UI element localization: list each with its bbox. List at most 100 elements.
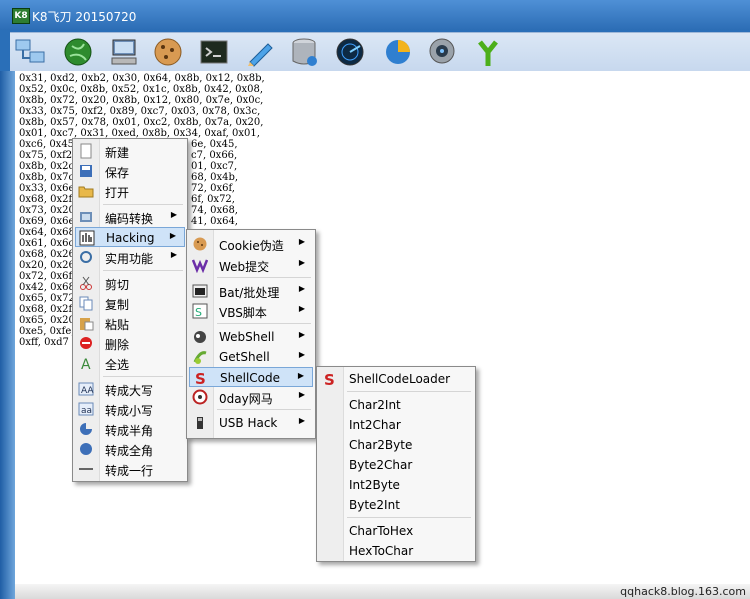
hacking-menu-item-0[interactable]: Cookie伪造 ▶ [189,234,313,254]
menu-item-label: 复制 [105,298,130,312]
menu-item-label: VBS脚本 [219,306,267,320]
shellcode-menu-item-4[interactable]: Byte2Char [319,455,473,475]
menu-item-label: Int2Char [349,418,401,432]
menu-item-label: 转成大写 [105,384,154,398]
hacking-menu-item-6[interactable]: S ShellCode ▶ [189,367,313,388]
menu-item-label: 转成一行 [105,464,154,478]
context-menu-item-9[interactable]: 删除 [75,333,185,353]
code-line-fragment: 01, 0xc7, [191,161,238,172]
context-menu-item-3[interactable]: 编码转换 ▶ [75,207,185,227]
paste-icon [78,315,94,331]
context-menu-item-0[interactable]: 新建 [75,141,185,161]
hacking-menu-item-2[interactable]: Bat/批处理 ▶ [189,281,313,301]
menu-item-label: 打开 [105,186,130,200]
main-window: K8 K8飞刀 20150720 0x31, 0xd2, 0xb2, 0x30,… [0,0,750,599]
window-title: K8飞刀 20150720 [32,10,137,24]
context-menu-item-1[interactable]: 保存 [75,161,185,181]
getshell-icon [192,349,208,365]
menu-item-label: GetShell [219,350,270,364]
menu-item-label: Hacking [106,231,155,245]
menu-item-label: Char2Byte [349,438,413,452]
radar-icon[interactable] [334,36,366,68]
shellcode-icon: S [322,371,338,389]
hacking-submenu: Cookie伪造 ▶ Web提交 ▶ Bat/批处理 ▶ S VBS脚本 ▶ WebShell ▶ G… [186,229,316,439]
context-menu-item-12[interactable]: aa 转成小写 [75,399,185,419]
shellcode-menu-item-2[interactable]: Int2Char [319,415,473,435]
svg-text:A: A [81,357,91,371]
tools-icon [78,249,94,265]
context-menu-item-14[interactable]: 转成全角 [75,439,185,459]
menu-separator [347,517,471,518]
submenu-arrow-icon: ▶ [298,258,305,267]
terminal-icon[interactable] [198,36,230,68]
submenu-arrow-icon: ▶ [170,210,177,219]
code-line: 0x8b, 0x72, 0x20, 0x8b, 0x12, 0x80, 0x7e… [19,95,264,106]
context-menu: 新建 保存 打开 编码转换 ▶ Hacking ▶ 实用功能 ▶ 剪切 复制 粘贴 删除 A 全选 AA 转成大… [72,138,188,482]
pencil-icon[interactable] [244,36,276,68]
hacking-menu-item-1[interactable]: Web提交 ▶ [189,255,313,275]
status-bar: qqhack8.blog.163.com [15,584,750,599]
context-menu-item-5[interactable]: 实用功能 ▶ [75,247,185,267]
computer-icon[interactable] [108,36,140,68]
shellcode-menu-item-8[interactable]: HexToChar [319,541,473,561]
menu-item-label: 剪切 [105,278,130,292]
code-line: 0x75, 0xf2, [19,150,76,161]
context-menu-item-11[interactable]: AA 转成大写 [75,379,185,399]
context-menu-item-2[interactable]: 打开 [75,181,185,201]
vbs-icon: S [192,303,208,319]
context-menu-item-4[interactable]: Hacking ▶ [75,227,185,247]
menu-item-label: 粘贴 [105,318,130,332]
shellcode-submenu: S ShellCodeLoader Char2Int Int2Char Char2Byt… [316,366,476,562]
shellcode-menu-item-7[interactable]: CharToHex [319,521,473,541]
context-menu-item-6[interactable]: 剪切 [75,273,185,293]
submenu-arrow-icon: ▶ [169,231,176,240]
status-text: qqhack8.blog.163.com [620,585,746,598]
hacking-menu-item-8[interactable]: USB Hack ▶ [189,413,313,433]
green-globe-icon[interactable] [62,36,94,68]
menu-item-label: 0day网马 [219,392,273,406]
hacking-menu-item-7[interactable]: 0day网马 ▶ [189,387,313,407]
hacking-menu-item-5[interactable]: GetShell ▶ [189,347,313,367]
svg-text:S: S [324,371,335,387]
context-menu-item-13[interactable]: 转成半角 [75,419,185,439]
code-line: 0xc6, 0x45, [19,139,78,150]
menu-item-label: Char2Int [349,398,401,412]
context-menu-item-10[interactable]: A 全选 [75,353,185,373]
code-line: 0x8b, 0x2c, [19,161,78,172]
code-line: 0x31, 0xd2, 0xb2, 0x30, 0x64, 0x8b, 0x12… [19,73,265,84]
hacking-menu-item-3[interactable]: S VBS脚本 ▶ [189,301,313,321]
context-menu-item-8[interactable]: 粘贴 [75,313,185,333]
usb-icon [192,415,208,431]
code-line-fragment: 72, 0x6f, [191,183,235,194]
code-line: 0x65, 0x72, [19,293,78,304]
menu-item-label: 转成小写 [105,404,154,418]
menu-separator [217,277,311,278]
shellcode-menu-item-6[interactable]: Byte2Int [319,495,473,515]
webcam-icon[interactable] [426,36,458,68]
lowercase-icon: aa [78,401,94,417]
shellcode-menu-item-5[interactable]: Int2Byte [319,475,473,495]
batch-icon [192,283,208,299]
menu-item-label: ShellCodeLoader [349,372,451,386]
code-line: 0x68, 0x26, [19,249,78,260]
hacking-menu-item-4[interactable]: WebShell ▶ [189,327,313,347]
context-menu-item-7[interactable]: 复制 [75,293,185,313]
shellcode-menu-item-0[interactable]: S ShellCodeLoader [319,369,473,389]
context-menu-item-15[interactable]: 转成一行 [75,459,185,479]
shellcode-icon: S [193,370,209,388]
database-icon[interactable] [288,36,320,68]
select-all-icon: A [78,355,94,373]
shellcode-menu-item-1[interactable]: Char2Int [319,395,473,415]
svg-text:S: S [195,370,206,386]
shellcode-menu-item-3[interactable]: Char2Byte [319,435,473,455]
pie-chart-icon[interactable] [382,36,414,68]
cookie-icon[interactable] [152,36,184,68]
network-branch-icon[interactable] [472,36,504,68]
submenu-arrow-icon: ▶ [298,330,305,339]
menu-item-label: 转成全角 [105,444,154,458]
submenu-arrow-icon: ▶ [170,250,177,259]
svg-text:aa: aa [81,406,92,416]
code-line: 0x64, 0x68, [19,227,78,238]
menu-separator [103,376,183,377]
network-computers-icon[interactable] [14,36,46,68]
